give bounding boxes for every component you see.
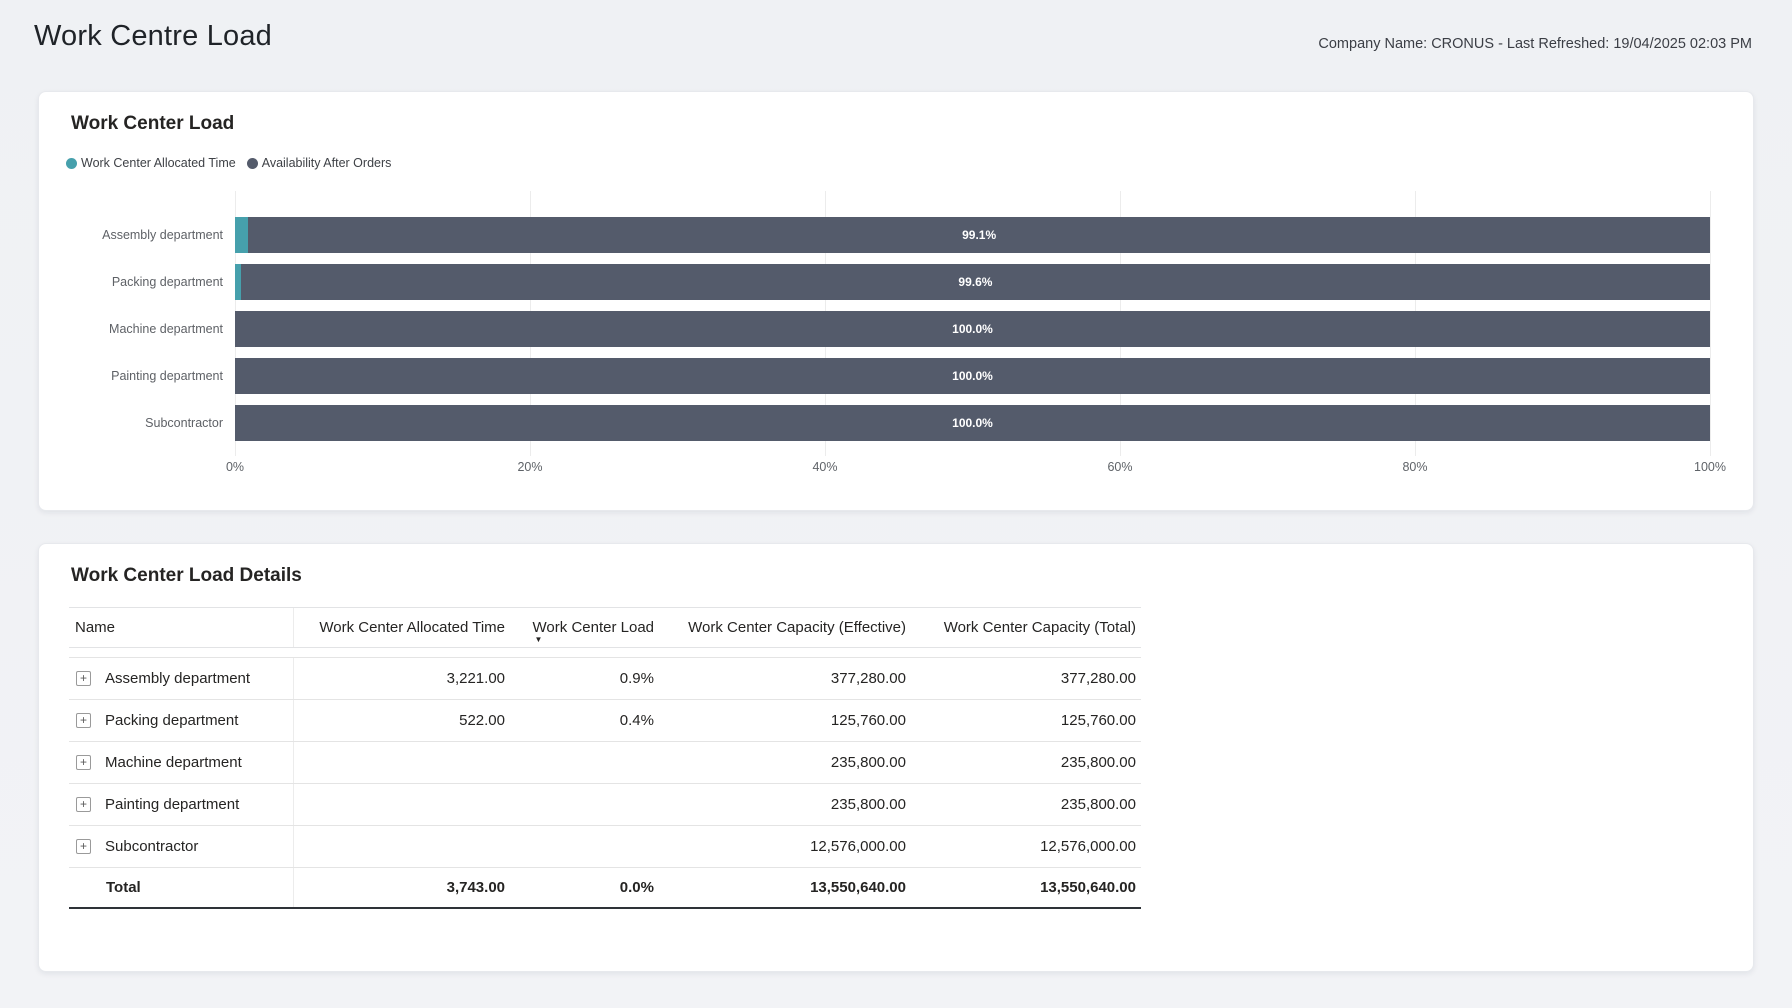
page-header: Work Centre Load Company Name: CRONUS - … [0, 0, 1792, 75]
row-name-cell: + Painting department [69, 784, 294, 825]
expand-row-icon[interactable]: + [76, 755, 91, 770]
capacity-effective-cell: 235,800.00 [659, 796, 911, 813]
capacity-total-cell: 377,280.00 [911, 670, 1141, 687]
row-name-label: Packing department [105, 712, 238, 729]
capacity-total-cell: 125,760.00 [911, 712, 1141, 729]
row-name-cell: + Assembly department [69, 658, 294, 699]
bar-track: 100.0% [235, 358, 1710, 394]
expand-row-icon[interactable]: + [76, 671, 91, 686]
sort-descending-icon: ▼ [535, 635, 543, 644]
table-row: + Painting department 235,800.00235,800.00 [69, 783, 1141, 825]
chart-bar-row: Machine department 100.0% [39, 311, 1753, 347]
category-label: Subcontractor [39, 405, 223, 441]
bar-chart-plot: 0% 20% 40% 60% 80% 100% Assembly department 99.… [39, 92, 1753, 510]
column-header-work-center-capacity-total[interactable]: Work Center Capacity (Total) [911, 619, 1141, 636]
column-header-work-center-capacity-effective[interactable]: Work Center Capacity (Effective) [659, 619, 911, 636]
category-label: Packing department [39, 264, 223, 300]
bar-segment-availability-after-orders[interactable]: 99.6% [241, 264, 1710, 300]
table-row: +Assembly department3,221.000.9%377,280.… [69, 657, 1141, 699]
bar-data-label: 100.0% [952, 369, 993, 383]
table-card: Work Center Load Details Name Work Center… [38, 543, 1754, 972]
column-header-label: Work Center Capacity (Total) [944, 619, 1136, 636]
bar-segment-availability-after-orders[interactable]: 100.0% [235, 358, 1710, 394]
bar-segment-availability-after-orders[interactable]: 100.0% [235, 405, 1710, 441]
row-name-label: Assembly department [105, 670, 250, 687]
table-total-row: Total3,743.000.0%13,550,640.0013,550,640… [69, 867, 1141, 909]
row-name-label: Painting department [105, 796, 239, 813]
expand-row-icon[interactable]: + [76, 839, 91, 854]
table-header-row: Name Work Center Allocated Time Work Cente… [69, 607, 1141, 648]
chart-bar-row: Painting department 100.0% [39, 358, 1753, 394]
x-axis-tick-label: 60% [1080, 460, 1160, 474]
bar-data-label: 100.0% [952, 322, 993, 336]
x-axis-tick-label: 0% [195, 460, 275, 474]
chart-card: Work Center Load Work Center Allocated T… [38, 91, 1754, 511]
chart-bar-row: Packing department 99.6% [39, 264, 1753, 300]
x-axis-tick-label: 100% [1670, 460, 1750, 474]
column-header-work-center-allocated-time[interactable]: Work Center Allocated Time [294, 619, 510, 636]
capacity-effective-cell: 12,576,000.00 [659, 838, 911, 855]
chart-bar-row: Assembly department 99.1% [39, 217, 1753, 253]
row-name-label: Machine department [105, 754, 242, 771]
capacity-total-cell: 235,800.00 [911, 754, 1141, 771]
load-percent-cell: 0.4% [510, 712, 659, 729]
capacity-total-cell: 12,576,000.00 [911, 838, 1141, 855]
bar-track: 99.6% [235, 264, 1710, 300]
capacity-total-cell: 235,800.00 [911, 796, 1141, 813]
row-name-label: Subcontractor [105, 838, 198, 855]
row-name-cell: + Subcontractor [69, 826, 294, 867]
row-name-cell: + Machine department [69, 742, 294, 783]
column-header-name[interactable]: Name [69, 608, 294, 647]
bar-segment-allocated-time[interactable] [235, 217, 248, 253]
company-refresh-info: Company Name: CRONUS - Last Refreshed: 1… [1318, 36, 1752, 52]
category-label: Assembly department [39, 217, 223, 253]
capacity-effective-cell: 13,550,640.00 [659, 879, 911, 896]
x-axis-tick-label: 20% [490, 460, 570, 474]
table-row: + Machine department 235,800.00235,800.00 [69, 741, 1141, 783]
capacity-total-cell: 13,550,640.00 [911, 879, 1141, 896]
column-header-label: Work Center Allocated Time [319, 619, 505, 636]
capacity-effective-cell: 235,800.00 [659, 754, 911, 771]
table-title: Work Center Load Details [71, 565, 302, 587]
load-percent-cell: 0.0% [510, 879, 659, 896]
bar-data-label: 99.1% [962, 228, 996, 242]
bar-segment-availability-after-orders[interactable]: 99.1% [248, 217, 1710, 253]
column-header-label: Name [75, 619, 115, 636]
category-label: Painting department [39, 358, 223, 394]
expand-row-icon[interactable]: + [76, 713, 91, 728]
table-row: + Subcontractor 12,576,000.0012,576,000.00 [69, 825, 1141, 867]
x-axis-tick-label: 80% [1375, 460, 1455, 474]
page-title: Work Centre Load [34, 20, 272, 53]
bar-data-label: 100.0% [952, 416, 993, 430]
category-label: Machine department [39, 311, 223, 347]
allocated-time-cell: 3,221.00 [294, 670, 510, 687]
capacity-effective-cell: 377,280.00 [659, 670, 911, 687]
row-name-cell: + Packing department [69, 700, 294, 741]
capacity-effective-cell: 125,760.00 [659, 712, 911, 729]
bar-track: 100.0% [235, 311, 1710, 347]
allocated-time-cell: 3,743.00 [294, 879, 510, 896]
expand-row-icon[interactable]: + [76, 797, 91, 812]
bar-segment-availability-after-orders[interactable]: 100.0% [235, 311, 1710, 347]
row-name-cell: Total [69, 868, 294, 907]
column-header-label: Work Center Load▼ [533, 619, 654, 636]
column-header-work-center-load[interactable]: Work Center Load▼ [510, 619, 659, 636]
bar-track: 100.0% [235, 405, 1710, 441]
work-center-details-table: Name Work Center Allocated Time Work Cente… [69, 607, 1141, 909]
bar-track: 99.1% [235, 217, 1710, 253]
total-row-label: Total [75, 879, 141, 896]
x-axis-tick-label: 40% [785, 460, 865, 474]
bar-data-label: 99.6% [958, 275, 992, 289]
load-percent-cell: 0.9% [510, 670, 659, 687]
table-row: +Packing department522.000.4%125,760.001… [69, 699, 1141, 741]
chart-bar-row: Subcontractor 100.0% [39, 405, 1753, 441]
allocated-time-cell: 522.00 [294, 712, 510, 729]
column-header-label: Work Center Capacity (Effective) [688, 619, 906, 636]
